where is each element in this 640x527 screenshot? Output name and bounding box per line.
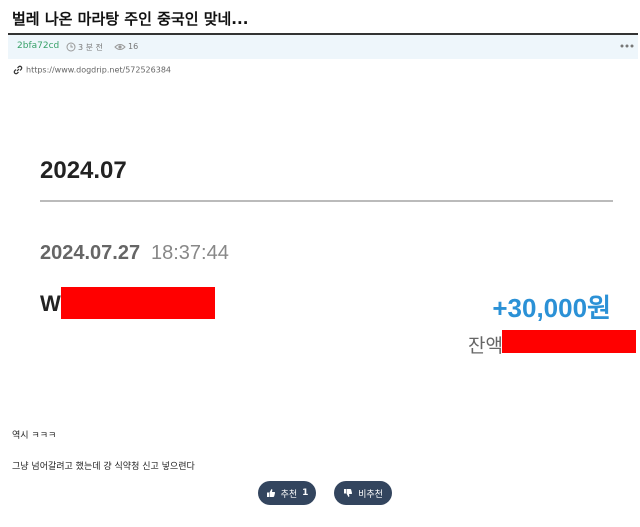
post-body-line-1: 역시 ㅋㅋㅋ	[12, 431, 57, 441]
bank-divider	[40, 200, 613, 202]
view-count: 16	[128, 42, 139, 51]
clock-icon	[66, 42, 76, 52]
upvote-count: 1	[302, 488, 309, 498]
bank-date: 2024.07.27	[40, 242, 141, 264]
post-meta-bar: 2bfa72cd 3 분 전 16	[8, 35, 638, 59]
upvote-button[interactable]: 추천 1	[258, 481, 316, 505]
author-name[interactable]: 2bfa72cd	[17, 41, 59, 51]
deposit-amount: +30,000원	[492, 293, 611, 323]
thumbs-down-icon	[344, 489, 353, 497]
thumbs-up-icon	[266, 489, 275, 497]
upvote-label: 추천	[280, 489, 298, 500]
post-title: 벌레 나온 마라탕 주인 중국인 맞네...	[12, 10, 249, 28]
balance-label: 잔액	[468, 335, 503, 357]
downvote-button[interactable]: 비추천	[334, 481, 392, 505]
downvote-label: 비추천	[358, 489, 383, 500]
link-icon	[13, 65, 23, 75]
post-link-row[interactable]: https://www.dogdrip.net/572526384	[13, 65, 171, 75]
bank-time: 18:37:44	[151, 242, 229, 264]
post-body-line-2: 그냥 넘어갈려고 했는데 걍 식약청 신고 넣으련다	[12, 462, 195, 472]
redacted-sender-name	[61, 287, 215, 319]
post-url[interactable]: https://www.dogdrip.net/572526384	[26, 66, 171, 75]
more-dots-icon[interactable]	[620, 42, 634, 50]
bank-month: 2024.07	[40, 157, 127, 184]
redacted-balance	[502, 330, 636, 353]
sender-name-prefix: W	[40, 291, 61, 316]
eye-icon	[114, 44, 126, 50]
post-time: 3 분 전	[78, 43, 103, 52]
